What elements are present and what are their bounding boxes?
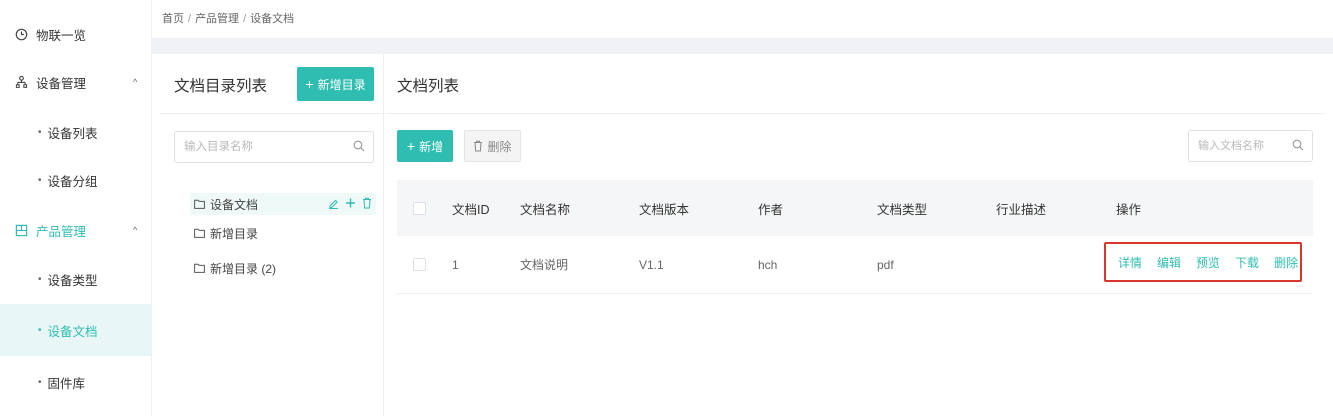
add-directory-label: 新增目录 xyxy=(317,77,366,92)
directory-panel: 文档目录列表 + 新增目录 设备文档 xyxy=(160,54,384,416)
row-select-cell xyxy=(413,236,426,293)
sidebar-item-label: 产品管理 xyxy=(36,224,87,239)
tree-node-device-docs[interactable]: 设备文档 xyxy=(190,193,376,215)
delete-document-button[interactable]: 删除 xyxy=(464,130,521,162)
sidebar: 物联一览 设备管理 ^ • 设备列表 • 设备分组 产品管理 ^ • 设备类型 … xyxy=(0,0,152,416)
directory-title: 文档目录列表 xyxy=(174,78,268,95)
sidebar-item-label: 设备管理 xyxy=(36,76,87,91)
edit-link[interactable]: 编辑 xyxy=(1157,254,1181,271)
row-actions-highlight: 详情 编辑 预览 下载 删除 xyxy=(1104,242,1302,282)
delete-document-label: 删除 xyxy=(487,139,512,154)
select-all-cell xyxy=(413,180,426,236)
document-list-panel: 文档列表 + 新增 删除 文档ID 文档名称 文档版本 作者 文档类型 行业描述… xyxy=(385,54,1325,416)
column-header-author[interactable]: 作者 xyxy=(758,180,783,236)
directory-header: 文档目录列表 + 新增目录 xyxy=(160,54,383,114)
clock-icon xyxy=(14,27,28,41)
tree-node-label: 设备文档 xyxy=(210,197,259,212)
directory-search xyxy=(174,131,374,163)
add-document-label: 新增 xyxy=(419,139,444,154)
trash-icon[interactable] xyxy=(362,197,372,212)
bullet: • xyxy=(38,376,42,388)
sidebar-item-label: 设备列表 xyxy=(47,126,98,141)
tree-node-label: 新增目录 xyxy=(210,226,259,241)
sidebar-item-label: 固件库 xyxy=(47,376,86,391)
cell-name: 文档说明 xyxy=(520,258,569,272)
chevron-up-icon: ^ xyxy=(133,77,138,87)
search-icon[interactable] xyxy=(353,140,365,155)
search-icon[interactable] xyxy=(1292,139,1304,154)
sidebar-item-firmware[interactable]: • 固件库 xyxy=(0,356,152,408)
breadcrumb-separator: / xyxy=(243,13,247,25)
select-all-checkbox[interactable] xyxy=(413,201,426,215)
cell-id: 1 xyxy=(452,257,459,272)
sidebar-item-label: 设备分组 xyxy=(47,174,98,189)
document-search xyxy=(1188,130,1313,162)
add-document-button[interactable]: + 新增 xyxy=(397,130,453,162)
tree-node-new-dir-2[interactable]: 新增目录 (2) xyxy=(190,257,276,279)
cell-version: V1.1 xyxy=(639,257,664,272)
edit-icon[interactable] xyxy=(328,197,339,212)
detail-link[interactable]: 详情 xyxy=(1118,254,1142,271)
document-list-title: 文档列表 xyxy=(397,78,460,95)
bullet: • xyxy=(38,126,42,138)
sidebar-item-device-group[interactable]: • 设备分组 xyxy=(0,154,152,206)
directory-search-input[interactable] xyxy=(175,132,345,162)
box-icon xyxy=(14,223,28,237)
folder-icon xyxy=(194,263,205,273)
document-list-header: 文档列表 xyxy=(385,54,1325,114)
tree-node-actions xyxy=(328,197,372,212)
tree-node-new-dir[interactable]: 新增目录 xyxy=(190,222,258,244)
sidebar-item-label: 物联一览 xyxy=(36,28,87,43)
column-header-actions: 操作 xyxy=(1116,202,1142,217)
chevron-up-icon: ^ xyxy=(133,225,138,235)
sidebar-item-product-management[interactable]: 产品管理 ^ xyxy=(0,204,152,256)
sidebar-item-label: 设备类型 xyxy=(47,273,98,288)
preview-link[interactable]: 预览 xyxy=(1196,254,1220,271)
sidebar-item-device-docs[interactable]: • 设备文档 xyxy=(0,304,152,356)
tree-icon xyxy=(14,75,28,89)
column-header-id[interactable]: 文档ID xyxy=(452,180,490,236)
bullet: • xyxy=(38,324,42,336)
sidebar-item-device-management[interactable]: 设备管理 ^ xyxy=(0,56,152,108)
folder-icon xyxy=(194,228,205,238)
breadcrumb: 首页 / 产品管理 / 设备文档 xyxy=(152,0,1333,38)
add-icon[interactable] xyxy=(345,197,356,212)
breadcrumb-separator: / xyxy=(188,13,192,25)
sidebar-item-device-type[interactable]: • 设备类型 xyxy=(0,253,152,305)
row-checkbox[interactable] xyxy=(413,258,426,271)
cell-author: hch xyxy=(758,257,778,272)
trash-icon xyxy=(473,140,483,152)
content-gutter xyxy=(152,38,1333,54)
column-header-name[interactable]: 文档名称 xyxy=(520,180,570,236)
document-search-input[interactable] xyxy=(1189,131,1284,161)
tree-node-label: 新增目录 (2) xyxy=(210,261,277,276)
table-header: 文档ID 文档名称 文档版本 作者 文档类型 行业描述 操作 xyxy=(397,180,1313,236)
sidebar-item-device-list[interactable]: • 设备列表 xyxy=(0,106,152,158)
table-row: 1 文档说明 V1.1 hch pdf 详情 编辑 预览 下载 删除 xyxy=(397,236,1313,294)
column-header-version[interactable]: 文档版本 xyxy=(639,180,689,236)
breadcrumb-product-management[interactable]: 产品管理 xyxy=(195,13,239,25)
sidebar-item-label: 设备文档 xyxy=(47,324,98,339)
plus-icon: + xyxy=(305,76,314,92)
column-header-type[interactable]: 文档类型 xyxy=(877,180,927,236)
sidebar-item-iot-overview[interactable]: 物联一览 xyxy=(0,8,152,60)
column-header-description[interactable]: 行业描述 xyxy=(996,180,1046,236)
plus-icon: + xyxy=(406,138,416,154)
bullet: • xyxy=(38,174,42,186)
breadcrumb-home[interactable]: 首页 xyxy=(162,13,184,25)
cell-type: pdf xyxy=(877,257,894,272)
download-link[interactable]: 下载 xyxy=(1235,254,1259,271)
folder-icon xyxy=(194,199,205,209)
add-directory-button[interactable]: + 新增目录 xyxy=(297,67,374,101)
breadcrumb-device-docs: 设备文档 xyxy=(250,13,295,25)
delete-link[interactable]: 删除 xyxy=(1274,254,1298,271)
bullet: • xyxy=(38,273,42,285)
